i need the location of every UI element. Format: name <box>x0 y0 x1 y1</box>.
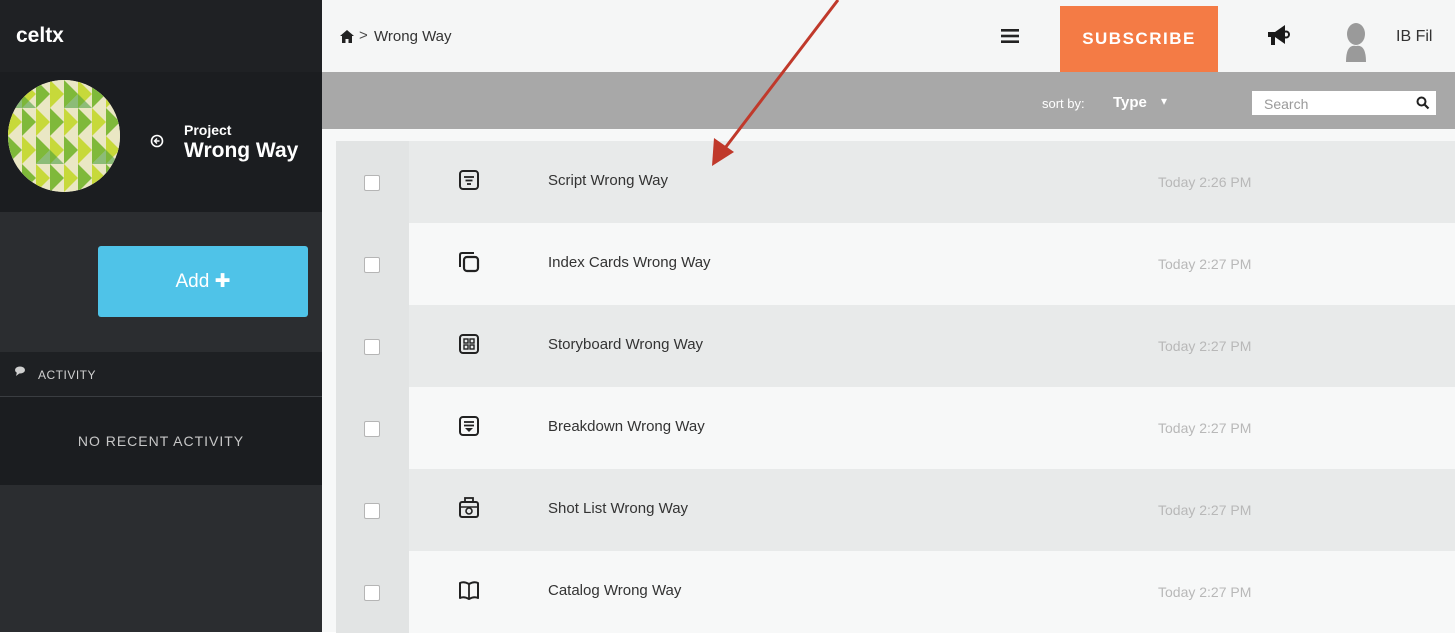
add-button[interactable]: Add ✚ <box>98 246 308 317</box>
sort-bar: sort by: Type ▾ <box>322 72 1455 129</box>
catalog-icon <box>458 579 480 601</box>
list-item[interactable]: Script Wrong Way Today 2:26 PM <box>336 141 1455 223</box>
checkbox-cell <box>336 387 409 469</box>
sidebar-footer-space <box>0 485 322 632</box>
row-checkbox[interactable] <box>364 175 380 191</box>
file-list: Script Wrong Way Today 2:26 PM Index Car… <box>322 129 1455 633</box>
user-name[interactable]: IB Fil <box>1396 28 1432 46</box>
item-timestamp: Today 2:27 PM <box>1158 420 1252 436</box>
breadcrumb-current[interactable]: Wrong Way <box>374 28 452 45</box>
checkbox-cell <box>336 551 409 633</box>
breadcrumb-separator: > <box>359 27 368 44</box>
add-area: Add ✚ <box>0 212 322 352</box>
item-timestamp: Today 2:27 PM <box>1158 502 1252 518</box>
index-cards-icon <box>458 251 480 273</box>
storyboard-icon <box>458 333 480 355</box>
item-name[interactable]: Catalog Wrong Way <box>548 582 681 599</box>
breakdown-icon <box>458 415 480 437</box>
item-name[interactable]: Breakdown Wrong Way <box>548 418 705 435</box>
project-avatar[interactable] <box>8 80 120 192</box>
item-timestamp: Today 2:27 PM <box>1158 256 1252 272</box>
checkbox-cell <box>336 469 409 551</box>
sort-by-dropdown[interactable]: Type <box>1113 94 1147 111</box>
search-box[interactable] <box>1252 91 1436 115</box>
sort-by-label: sort by: <box>1042 96 1085 111</box>
project-name: Wrong Way <box>184 139 299 162</box>
row-checkbox[interactable] <box>364 421 380 437</box>
user-avatar-icon[interactable] <box>1343 22 1369 62</box>
megaphone-icon[interactable] <box>1265 22 1291 48</box>
item-name[interactable]: Script Wrong Way <box>548 172 668 189</box>
no-activity-message: NO RECENT ACTIVITY <box>0 397 322 485</box>
item-timestamp: Today 2:26 PM <box>1158 174 1252 190</box>
celtx-logo[interactable]: celtx <box>16 24 64 48</box>
project-label: Project <box>184 122 232 138</box>
hamburger-menu-icon[interactable] <box>1001 28 1019 44</box>
row-checkbox[interactable] <box>364 503 380 519</box>
search-icon[interactable] <box>1416 96 1430 110</box>
row-checkbox[interactable] <box>364 585 380 601</box>
top-bar: > Wrong Way SUBSCRIBE IB Fil <box>322 0 1455 72</box>
checkbox-cell <box>336 305 409 387</box>
sidebar-header: celtx <box>0 0 322 72</box>
list-item[interactable]: Index Cards Wrong Way Today 2:27 PM <box>336 223 1455 305</box>
project-panel: Project Wrong Way <box>0 72 322 212</box>
activity-label: ACTIVITY <box>38 368 97 382</box>
activity-header: ACTIVITY <box>0 352 322 397</box>
list-item[interactable]: Storyboard Wrong Way Today 2:27 PM <box>336 305 1455 387</box>
list-item[interactable]: Breakdown Wrong Way Today 2:27 PM <box>336 387 1455 469</box>
comment-icon <box>14 365 26 380</box>
item-timestamp: Today 2:27 PM <box>1158 338 1252 354</box>
list-item[interactable]: Catalog Wrong Way Today 2:27 PM <box>336 551 1455 633</box>
item-name[interactable]: Index Cards Wrong Way <box>548 254 711 271</box>
row-checkbox[interactable] <box>364 339 380 355</box>
search-input[interactable] <box>1262 94 1406 114</box>
sort-caret-icon[interactable]: ▾ <box>1161 94 1167 108</box>
script-icon <box>458 169 480 191</box>
checkbox-cell <box>336 223 409 305</box>
sidebar: celtx Project Wrong Way Add ✚ ACTIVITY N… <box>0 0 322 632</box>
subscribe-button[interactable]: SUBSCRIBE <box>1060 6 1218 72</box>
row-checkbox[interactable] <box>364 257 380 273</box>
item-name[interactable]: Storyboard Wrong Way <box>548 336 703 353</box>
project-switch-icon[interactable] <box>150 134 164 148</box>
item-name[interactable]: Shot List Wrong Way <box>548 500 688 517</box>
item-timestamp: Today 2:27 PM <box>1158 584 1252 600</box>
checkbox-cell <box>336 141 409 223</box>
shot-list-icon <box>458 497 480 519</box>
home-icon[interactable] <box>340 30 354 43</box>
list-item[interactable]: Shot List Wrong Way Today 2:27 PM <box>336 469 1455 551</box>
